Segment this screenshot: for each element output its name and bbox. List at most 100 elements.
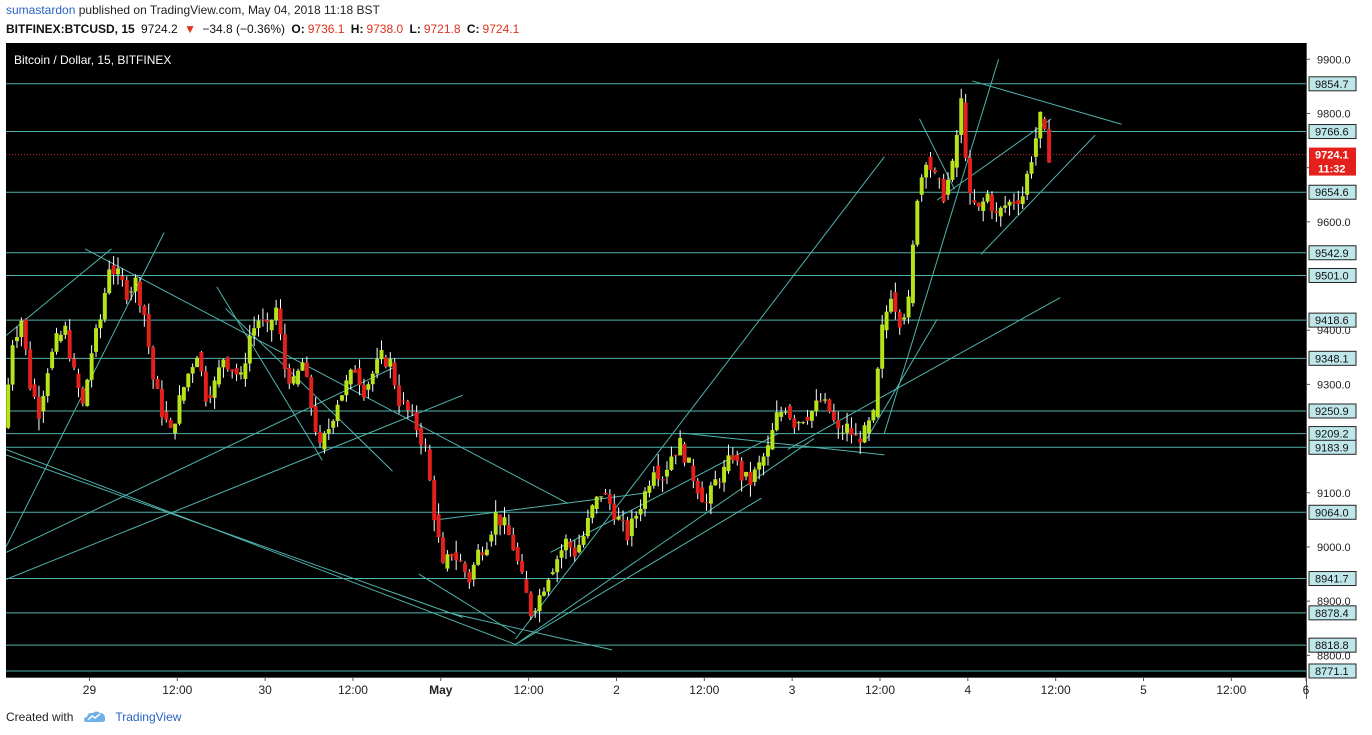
candle-body — [129, 291, 134, 293]
candle-body — [700, 487, 705, 503]
candle-body — [361, 385, 366, 398]
candle-body — [867, 420, 871, 434]
candle-body — [774, 412, 779, 431]
candle-body — [515, 546, 520, 562]
candle-body — [32, 384, 37, 397]
candle-body — [678, 437, 683, 456]
x-tick-label: 12:00 — [162, 683, 192, 697]
candle-body — [528, 592, 533, 617]
tradingview-link[interactable]: TradingView — [115, 710, 181, 724]
level-label: 9348.1 — [1315, 353, 1349, 365]
candle-body — [875, 368, 880, 417]
candle-body — [278, 308, 283, 335]
candle-body — [164, 411, 169, 420]
candle-body — [401, 400, 406, 402]
tradingview-logo-icon — [84, 711, 106, 722]
candle-body — [884, 311, 889, 331]
candle-body — [520, 561, 525, 573]
open-value: 9736.1 — [307, 22, 345, 36]
price-change: −34.8 (−0.36%) — [202, 22, 286, 36]
candle-body — [137, 281, 142, 306]
candle-body — [252, 328, 257, 336]
candle-body — [155, 378, 160, 389]
candle-body — [335, 404, 340, 421]
open-label: O: — [291, 22, 305, 36]
price-chart[interactable]: Bitcoin / Dollar, 15, BITFINEX 9900.0 9800… — [6, 43, 1366, 699]
candle-body — [414, 412, 419, 431]
candle-body — [893, 292, 898, 312]
candle-body — [651, 472, 656, 486]
candle-body — [853, 434, 858, 436]
author-link[interactable]: sumastardon — [6, 3, 75, 17]
candle-body — [717, 481, 722, 483]
candle-body — [462, 563, 467, 572]
candle-body — [950, 160, 955, 180]
candle-body — [880, 324, 885, 369]
candle-body — [212, 380, 217, 398]
low-label: L: — [409, 22, 421, 36]
level-label: 9501.0 — [1315, 270, 1349, 282]
candle-body — [221, 359, 226, 368]
candle-body — [454, 552, 459, 561]
candle-body — [783, 411, 788, 413]
candle-body — [792, 418, 797, 428]
candle-body — [190, 367, 195, 374]
candle-body — [546, 579, 551, 592]
y-tick-label: 9300.0 — [1317, 379, 1351, 391]
candle-body — [159, 388, 164, 418]
candle-body — [757, 462, 762, 470]
candle-body — [124, 280, 129, 301]
candle-body — [823, 399, 828, 401]
high-value: 9738.0 — [366, 22, 404, 36]
candle-body — [1025, 173, 1030, 195]
candle-body — [946, 179, 951, 195]
candle-body — [937, 178, 942, 180]
candle-body — [225, 357, 230, 370]
candle-body — [85, 379, 90, 407]
candle-body — [871, 410, 876, 421]
x-tick-label: 12:00 — [865, 683, 895, 697]
candle-body — [102, 293, 107, 320]
candle-body — [924, 164, 929, 178]
x-tick-label: May — [429, 683, 453, 697]
candle-body — [107, 269, 112, 294]
candle-body — [199, 351, 204, 372]
candle-body — [419, 427, 424, 445]
x-tick-label: 5 — [1140, 683, 1147, 697]
candle-body — [888, 298, 893, 312]
x-tick-label: 12:00 — [514, 683, 544, 697]
candle-body — [388, 359, 393, 367]
candle-body — [1033, 138, 1038, 157]
candle-body — [1016, 200, 1021, 204]
close-label: C: — [466, 22, 480, 36]
y-tick-label: 9000.0 — [1317, 542, 1351, 554]
candle-body — [910, 244, 915, 304]
candle-body — [80, 388, 85, 404]
candle-body — [348, 369, 353, 385]
candle-body — [217, 367, 221, 385]
candle-body — [713, 479, 718, 486]
candle-body — [770, 430, 775, 450]
candle-body — [489, 534, 494, 542]
candle-body — [370, 373, 375, 385]
candle-body — [665, 469, 669, 477]
candle-body — [902, 317, 907, 320]
x-tick-label: 12:00 — [1216, 683, 1246, 697]
candle-body — [524, 579, 529, 593]
candle-body — [634, 515, 639, 519]
candle-body — [744, 471, 749, 477]
publish-info: sumastardon published on TradingView.com… — [6, 3, 380, 17]
level-label: 9654.6 — [1315, 187, 1349, 199]
candle-body — [533, 611, 538, 613]
candle-body — [572, 547, 577, 557]
candle-body — [994, 211, 999, 214]
candle-body — [186, 373, 191, 388]
candle-body — [612, 503, 617, 520]
candle-body — [629, 518, 634, 537]
candle-body — [296, 370, 301, 385]
candle-body — [436, 514, 441, 538]
countdown-label: 11:32 — [1318, 164, 1346, 176]
candle-body — [599, 496, 604, 498]
chart-container[interactable]: Bitcoin / Dollar, 15, BITFINEX 9900.0 9800… — [6, 43, 1366, 699]
candle-body — [269, 320, 274, 331]
